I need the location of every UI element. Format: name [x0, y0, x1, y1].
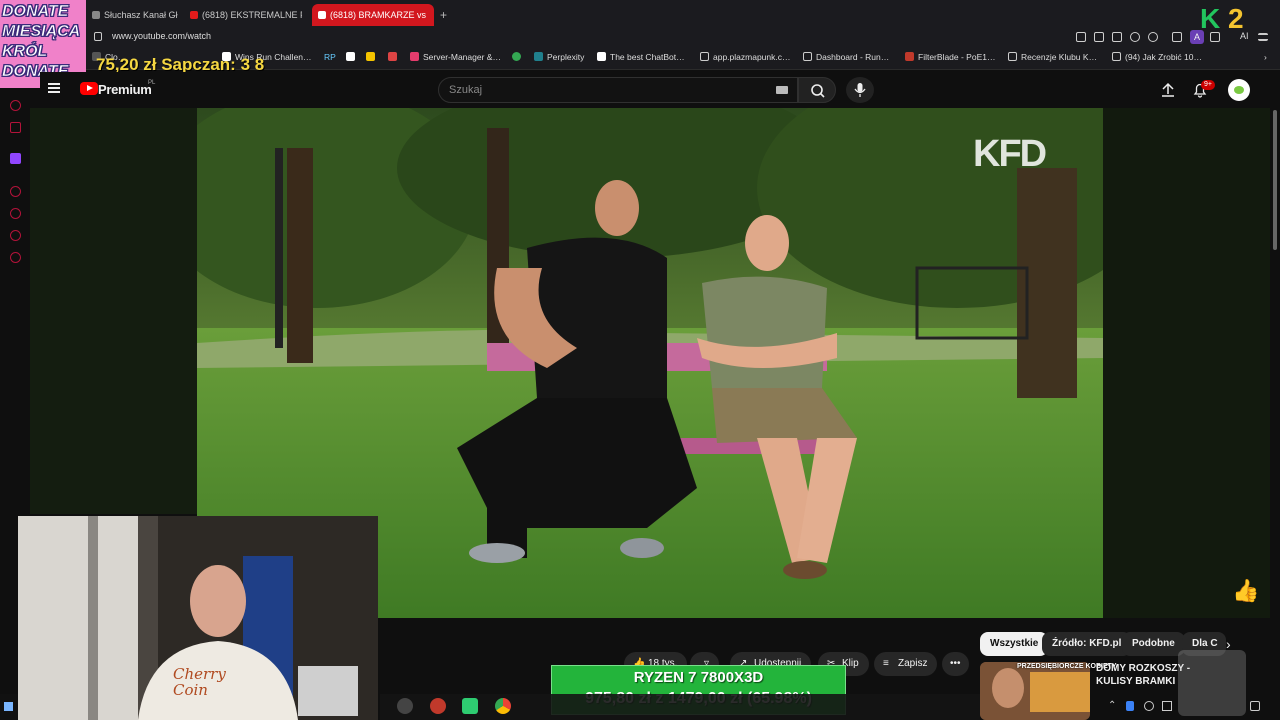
rail-icon[interactable]: [10, 122, 21, 133]
bookmark-item[interactable]: The best ChatBot…: [597, 52, 685, 62]
search-icon: [811, 84, 825, 98]
more-icon: •••: [950, 658, 961, 669]
new-tab-button[interactable]: +: [440, 8, 447, 22]
donate-line: KRÓL: [2, 43, 48, 61]
recommendation-thumbnail[interactable]: [980, 662, 1090, 720]
region-label: PL: [148, 80, 156, 86]
microphone-icon: [854, 83, 866, 97]
tab-favicon: [92, 11, 100, 19]
save-button[interactable]: ≡ Zapisz: [874, 652, 938, 676]
bluetooth-icon[interactable]: [1126, 701, 1134, 711]
speaker-icon: [318, 11, 326, 19]
bookmark-label: app.plazmapunk.c…: [713, 52, 791, 62]
search-input[interactable]: Szukaj: [438, 77, 798, 103]
youtube-favicon-icon: [190, 11, 198, 19]
search-button[interactable]: [798, 77, 836, 103]
upload-icon[interactable]: [1160, 82, 1176, 98]
tray-icon[interactable]: [1144, 701, 1154, 711]
bookmark-item[interactable]: (94) Jak Zrobić 10…: [1112, 52, 1202, 62]
chip-all[interactable]: Wszystkie: [980, 632, 1049, 656]
tab-label: (6818) BRAMKARZE vs: [330, 10, 427, 20]
hoodie-text: Cherry Coin: [173, 665, 226, 699]
more-actions-button[interactable]: •••: [942, 652, 969, 676]
clock-icon[interactable]: [10, 208, 21, 219]
tray-icon[interactable]: [1162, 701, 1172, 711]
youtube-premium-label[interactable]: Premium: [98, 82, 152, 97]
chip-similar[interactable]: Podobne: [1122, 632, 1185, 656]
settings-icon[interactable]: [10, 252, 21, 263]
twitch-icon[interactable]: [10, 153, 21, 164]
keyboard-icon[interactable]: [776, 86, 788, 94]
rail-icon[interactable]: [10, 230, 21, 241]
notification-count-badge: 9+: [1201, 80, 1215, 90]
bookmark-label: RP: [324, 52, 336, 62]
bookmark-item[interactable]: Perplexity: [534, 52, 584, 62]
bookmark-item[interactable]: Dashboard - Run…: [803, 52, 889, 62]
url-text[interactable]: www.youtube.com/watch: [112, 31, 211, 41]
tab-label: (6818) EKSTREMALNE PR: [202, 10, 302, 20]
start-button[interactable]: [0, 694, 18, 720]
tab-ekstremalne[interactable]: (6818) EKSTREMALNE PR: [184, 4, 302, 26]
bookmark-item[interactable]: [388, 52, 401, 62]
streamer-webcam: Cherry Coin: [18, 516, 378, 720]
bookmark-item[interactable]: [366, 52, 379, 62]
bookmark-label: FilterBlade - PoE1…: [918, 52, 996, 62]
bookmark-item[interactable]: app.plazmapunk.c…: [700, 52, 791, 62]
bookmark-item[interactable]: Server-Manager &…: [410, 52, 501, 62]
goal-title: RYZEN 7 7800X3D: [633, 669, 764, 686]
bookmark-item[interactable]: [346, 52, 359, 62]
bookmark-icon[interactable]: [1076, 32, 1086, 42]
bookmark-label: (94) Jak Zrobić 10…: [1125, 52, 1202, 62]
thumbnail-art: [980, 662, 1090, 720]
camera-icon[interactable]: [1112, 32, 1122, 42]
menu-icon[interactable]: [1258, 33, 1268, 41]
chip-source[interactable]: Źródło: KFD.pl: [1042, 632, 1132, 656]
rail-icon[interactable]: [10, 100, 21, 111]
bookmark-item[interactable]: Recenzje Klubu K…: [1008, 52, 1097, 62]
bookmarks-overflow-icon[interactable]: ›: [1264, 52, 1267, 62]
donate-line: MIESIĄCA: [2, 23, 81, 41]
chrome-icon[interactable]: [495, 698, 511, 714]
play-icon[interactable]: [1130, 32, 1140, 42]
tab-sluchasz[interactable]: Słuchasz Kanał Głów: [86, 4, 178, 26]
system-tray: ⌃: [1100, 696, 1280, 720]
rail-icon[interactable]: [10, 186, 21, 197]
donate-line: DONATE: [2, 3, 69, 21]
kfd-watermark: KFD: [973, 133, 1047, 175]
bookmark-item[interactable]: [512, 52, 525, 62]
bookmark-label: Perplexity: [547, 52, 585, 62]
tab-bramkarze[interactable]: (6818) BRAMKARZE vs: [312, 4, 434, 26]
player-backdrop-left: [30, 108, 197, 514]
bookmark-label: Dashboard - Run…: [816, 52, 890, 62]
notification-center-icon[interactable]: [1250, 701, 1260, 711]
windows-icon: [4, 702, 13, 711]
page-scrollbar[interactable]: [1273, 110, 1277, 250]
screenshot-icon[interactable]: [1094, 32, 1104, 42]
save-icon: ≡: [883, 658, 889, 669]
voice-search-button[interactable]: [846, 77, 874, 103]
hamburger-menu-icon[interactable]: [48, 83, 60, 93]
heart-icon[interactable]: [1148, 32, 1158, 42]
save-label: Zapisz: [898, 658, 928, 669]
user-avatar[interactable]: [1228, 79, 1250, 101]
media-app-icon[interactable]: [462, 698, 478, 714]
bookmark-label: Server-Manager &…: [423, 52, 501, 62]
bookmark-item[interactable]: FilterBlade - PoE1…: [905, 52, 995, 62]
obs-icon[interactable]: [430, 698, 446, 714]
player-backdrop-right: [1103, 108, 1270, 618]
tray-expand-icon[interactable]: ⌃: [1108, 700, 1116, 711]
bookmark-label: The best ChatBot…: [610, 52, 685, 62]
bookmark-label: Recenzje Klubu K…: [1021, 52, 1098, 62]
lock-icon: [94, 32, 102, 41]
youtube-logo-icon[interactable]: [80, 82, 98, 95]
settings-gear-icon[interactable]: [397, 698, 413, 714]
logo-k: K: [1200, 3, 1221, 34]
logo-2: 2: [1228, 3, 1244, 34]
extensions-icon[interactable]: [1172, 32, 1182, 42]
channel-logo: K 2: [1200, 3, 1244, 35]
like-reaction-icon: 👍: [1232, 578, 1260, 603]
tab-label: Słuchasz Kanał Głów: [104, 10, 178, 20]
bookmark-item[interactable]: RP: [324, 52, 336, 62]
